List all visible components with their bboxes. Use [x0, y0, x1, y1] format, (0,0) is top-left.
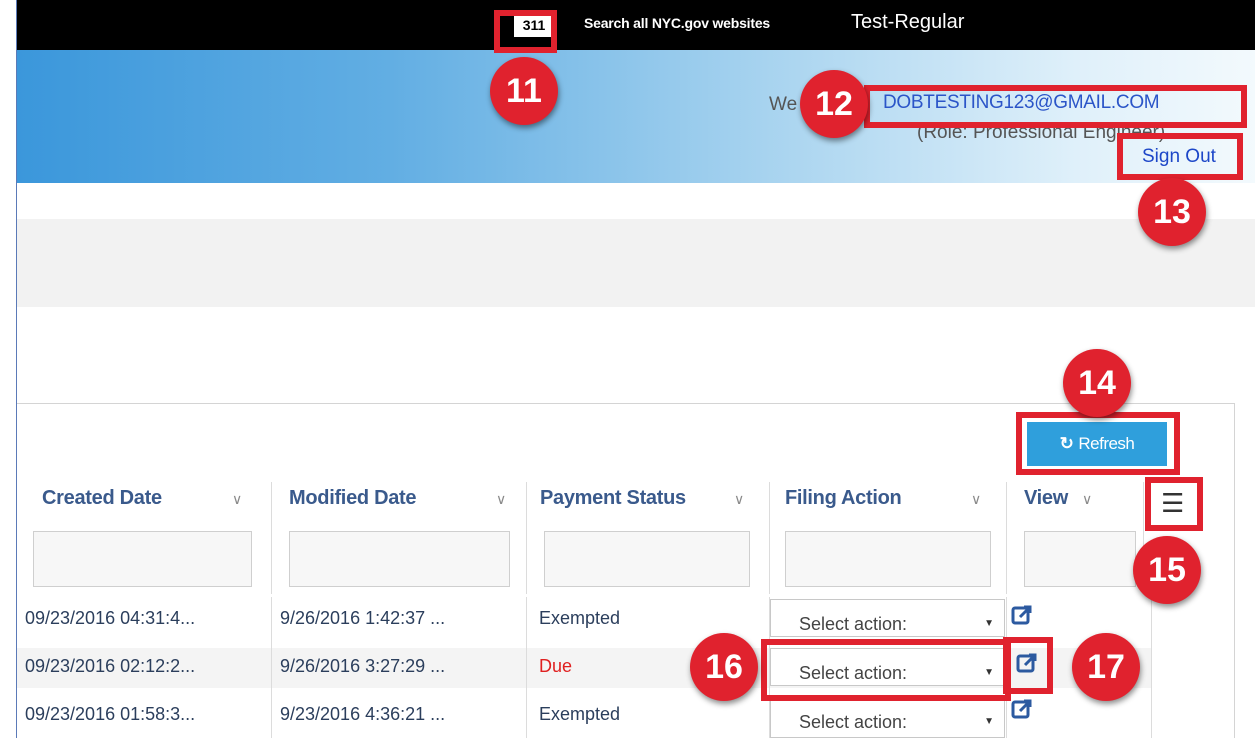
row-divider — [271, 597, 272, 738]
filter-view[interactable] — [1024, 531, 1136, 587]
callout-badge: 14 — [1063, 349, 1131, 417]
chevron-down-icon[interactable]: ∨ — [1082, 491, 1092, 508]
chevron-down-icon[interactable]: ∨ — [496, 491, 506, 508]
cell-modified-date: 9/26/2016 1:42:37 ... — [280, 608, 446, 628]
cell-created-date: 09/23/2016 04:31:4... — [25, 608, 196, 628]
chevron-down-icon[interactable]: ∨ — [971, 491, 981, 508]
open-view-icon[interactable] — [1011, 698, 1033, 720]
column-header-view[interactable]: View — [1024, 487, 1068, 510]
select-value: Select action: — [799, 614, 908, 634]
select-arrow-icon: ▼ — [984, 716, 994, 727]
cell-modified-date: 9/23/2016 4:36:21 ... — [280, 704, 446, 724]
search-nyc-link[interactable]: Search all NYC.gov websites — [584, 15, 770, 31]
column-header-filing-action[interactable]: Filing Action — [785, 487, 902, 510]
cell-payment-status: Exempted — [539, 704, 621, 724]
callout-badge: 15 — [1133, 536, 1201, 604]
nyc-top-bar: 311 Search all NYC.gov websites Test-Reg… — [17, 0, 1255, 50]
filing-action-select[interactable]: Select action: ▼ — [770, 599, 1005, 637]
cell-payment-status: Due — [539, 656, 573, 676]
cell-created-date: 09/23/2016 02:12:2... — [25, 656, 196, 676]
cell-created-date: 09/23/2016 01:58:3... — [25, 704, 196, 724]
content-band — [17, 219, 1255, 307]
callout-badge: 11 — [490, 57, 558, 125]
cell-modified-date: 9/26/2016 3:27:29 ... — [280, 656, 446, 676]
column-divider — [769, 482, 770, 594]
callout-box-sign-out — [1117, 133, 1243, 180]
page: 311 Search all NYC.gov websites Test-Reg… — [0, 0, 1255, 738]
callout-box-menu — [1145, 477, 1203, 531]
callout-badge: 16 — [690, 633, 758, 701]
filing-action-select[interactable]: Select action: ▼ — [770, 697, 1005, 738]
column-divider — [1006, 482, 1007, 594]
callout-badge: 13 — [1138, 178, 1206, 246]
column-header-created-date[interactable]: Created Date — [42, 487, 162, 510]
callout-box-view — [1003, 637, 1053, 694]
row-divider — [526, 597, 527, 738]
filter-created-date[interactable] — [33, 531, 252, 587]
welcome-text: We — [769, 94, 798, 115]
callout-box-email — [864, 85, 1247, 128]
callout-badge: 12 — [800, 70, 868, 138]
filter-modified-date[interactable] — [289, 531, 510, 587]
column-divider — [526, 482, 527, 594]
column-header-payment-status[interactable]: Payment Status — [540, 487, 686, 510]
row-divider — [1151, 597, 1152, 738]
callout-box-311 — [494, 10, 557, 53]
column-header-modified-date[interactable]: Modified Date — [289, 487, 417, 510]
cell-payment-status: Exempted — [539, 608, 621, 628]
column-divider — [271, 482, 272, 594]
open-view-icon[interactable] — [1011, 604, 1033, 626]
chevron-down-icon[interactable]: ∨ — [232, 491, 242, 508]
select-value: Select action: — [799, 712, 908, 732]
environment-label: Test-Regular — [851, 11, 965, 33]
chevron-down-icon[interactable]: ∨ — [734, 491, 744, 508]
callout-box-refresh — [1016, 412, 1180, 475]
callout-badge: 17 — [1072, 633, 1140, 701]
filter-filing-action[interactable] — [785, 531, 991, 587]
filter-payment-status[interactable] — [544, 531, 750, 587]
callout-box-select — [761, 639, 1011, 701]
